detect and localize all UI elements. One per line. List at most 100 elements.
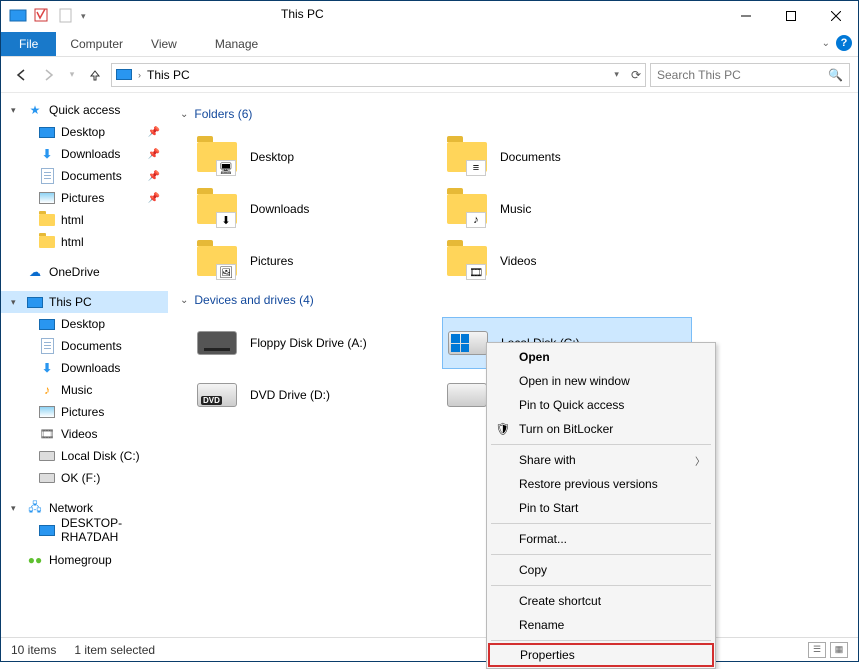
sidebar-item-label: Downloads xyxy=(61,147,120,161)
qat-properties-icon[interactable] xyxy=(33,7,51,25)
sidebar-item[interactable]: Desktop📌 xyxy=(1,121,168,143)
recent-dropdown-icon[interactable]: ▾ xyxy=(65,63,79,87)
folder-item[interactable]: ♪Music xyxy=(442,183,692,235)
maximize-button[interactable] xyxy=(768,2,813,31)
nav-quick-access[interactable]: ▾ ★ Quick access xyxy=(1,99,168,121)
item-label: Desktop xyxy=(250,150,294,164)
desktop-icon xyxy=(39,316,55,332)
sidebar-item[interactable]: 🎞Videos xyxy=(1,423,168,445)
menu-item-label: Open in new window xyxy=(519,374,630,388)
address-dropdown-icon[interactable]: ▾ xyxy=(614,69,619,80)
tab-computer[interactable]: Computer xyxy=(56,32,137,56)
sidebar-item[interactable]: ♪ Music xyxy=(1,379,168,401)
chevron-right-icon: 〉 xyxy=(695,453,705,468)
qat-dropdown-icon[interactable]: ▾ xyxy=(81,11,86,22)
sidebar-item[interactable]: html xyxy=(1,231,168,253)
chevron-down-icon[interactable]: ▾ xyxy=(11,105,21,116)
music-icon: ♪ xyxy=(39,382,55,398)
forward-button[interactable] xyxy=(37,63,61,87)
group-header-folders[interactable]: ⌄ Folders (6) xyxy=(180,107,854,121)
tab-view[interactable]: View xyxy=(137,32,191,56)
folder-item[interactable]: 🎞Videos xyxy=(442,235,692,287)
folder-item[interactable]: ⬇Downloads xyxy=(192,183,442,235)
pin-icon: 📌 xyxy=(148,171,160,182)
menu-item[interactable]: 🛡Turn on BitLocker xyxy=(489,417,713,441)
title-bar: ▾ Drive Tools This PC xyxy=(1,1,858,31)
address-bar-row: ▾ › ▾ ⟳ 🔍 xyxy=(1,57,858,93)
menu-item[interactable]: Open xyxy=(489,345,713,369)
sidebar-item[interactable]: OK (F:) xyxy=(1,467,168,489)
breadcrumb-sep-icon[interactable]: › xyxy=(138,70,141,80)
nav-label: Network xyxy=(49,501,93,515)
qat-new-icon[interactable] xyxy=(57,7,75,25)
close-button[interactable] xyxy=(813,2,858,31)
search-box[interactable]: 🔍 xyxy=(650,63,850,87)
back-button[interactable] xyxy=(9,63,33,87)
menu-item[interactable]: Rename xyxy=(489,613,713,637)
folder-icon: ≡ xyxy=(446,136,488,178)
search-icon[interactable]: 🔍 xyxy=(828,68,843,82)
item-label: Downloads xyxy=(250,202,309,216)
menu-item[interactable]: Pin to Quick access xyxy=(489,393,713,417)
sidebar-item-label: Desktop xyxy=(61,317,105,331)
doc-icon xyxy=(39,168,55,184)
view-large-icon[interactable]: ▦ xyxy=(830,642,848,658)
pic-overlay-icon: 🖼 xyxy=(216,264,236,280)
sidebar-item[interactable]: Documents xyxy=(1,335,168,357)
up-button[interactable] xyxy=(83,63,107,87)
sidebar-item[interactable]: Local Disk (C:) xyxy=(1,445,168,467)
nav-this-pc[interactable]: ▾ This PC xyxy=(1,291,168,313)
sidebar-item[interactable]: Pictures xyxy=(1,401,168,423)
folder-item[interactable]: 🖥Desktop xyxy=(192,131,442,183)
sidebar-item[interactable]: Desktop xyxy=(1,313,168,335)
folder-icon: 🎞 xyxy=(446,240,488,282)
address-box[interactable]: › ▾ ⟳ xyxy=(111,63,646,87)
sidebar-item[interactable]: Documents📌 xyxy=(1,165,168,187)
item-label: Music xyxy=(500,202,531,216)
address-input[interactable] xyxy=(147,68,608,82)
tab-manage[interactable]: Manage xyxy=(201,32,272,56)
drive-item[interactable]: Floppy Disk Drive (A:) xyxy=(192,317,442,369)
chevron-down-icon[interactable]: ⌄ xyxy=(180,295,188,306)
drive-item[interactable]: DVDDVD Drive (D:) xyxy=(192,369,442,421)
tab-file[interactable]: File xyxy=(1,32,56,56)
folder-item[interactable]: 🖼Pictures xyxy=(192,235,442,287)
drive-icon xyxy=(447,383,487,407)
search-input[interactable] xyxy=(657,68,828,82)
sidebar-item[interactable]: ⬇Downloads xyxy=(1,357,168,379)
nav-homegroup[interactable]: ●● Homegroup xyxy=(1,549,168,571)
pic-icon xyxy=(39,190,55,206)
view-details-icon[interactable]: ☰ xyxy=(808,642,826,658)
group-header-drives[interactable]: ⌄ Devices and drives (4) xyxy=(180,293,854,307)
sidebar-item[interactable]: html xyxy=(1,209,168,231)
nav-label: Quick access xyxy=(49,103,120,117)
sidebar-item-label: Videos xyxy=(61,427,97,441)
help-icon[interactable]: ? xyxy=(836,35,852,51)
menu-item[interactable]: Copy xyxy=(489,558,713,582)
chevron-down-icon[interactable]: ▾ xyxy=(11,297,21,308)
menu-item[interactable]: Properties xyxy=(488,643,714,667)
sidebar-item[interactable]: ⬇Downloads📌 xyxy=(1,143,168,165)
menu-item[interactable]: Create shortcut xyxy=(489,589,713,613)
nav-onedrive[interactable]: ☁ OneDrive xyxy=(1,261,168,283)
folder-icon: 🖼 xyxy=(196,240,238,282)
refresh-icon[interactable]: ⟳ xyxy=(631,68,641,82)
cloud-icon: ☁ xyxy=(27,264,43,280)
menu-item[interactable]: Restore previous versions xyxy=(489,472,713,496)
menu-item-label: Open xyxy=(519,350,550,364)
folder-item[interactable]: ≡Documents xyxy=(442,131,692,183)
menu-separator xyxy=(491,640,711,641)
chevron-down-icon[interactable]: ⌄ xyxy=(180,109,188,120)
ribbon-expand-icon[interactable]: ⌄ xyxy=(822,38,830,49)
menu-item[interactable]: Format... xyxy=(489,527,713,551)
menu-item[interactable]: Share with〉 xyxy=(489,448,713,472)
sidebar-item[interactable]: Pictures📌 xyxy=(1,187,168,209)
sidebar-item[interactable]: DESKTOP-RHA7DAH xyxy=(1,519,168,541)
chevron-down-icon[interactable]: ▾ xyxy=(11,503,21,514)
minimize-button[interactable] xyxy=(723,2,768,31)
menu-item[interactable]: Open in new window xyxy=(489,369,713,393)
sidebar-item-label: Music xyxy=(61,383,92,397)
local-disk-icon xyxy=(448,331,488,355)
shield-icon: 🛡 xyxy=(495,421,511,437)
menu-item[interactable]: Pin to Start xyxy=(489,496,713,520)
